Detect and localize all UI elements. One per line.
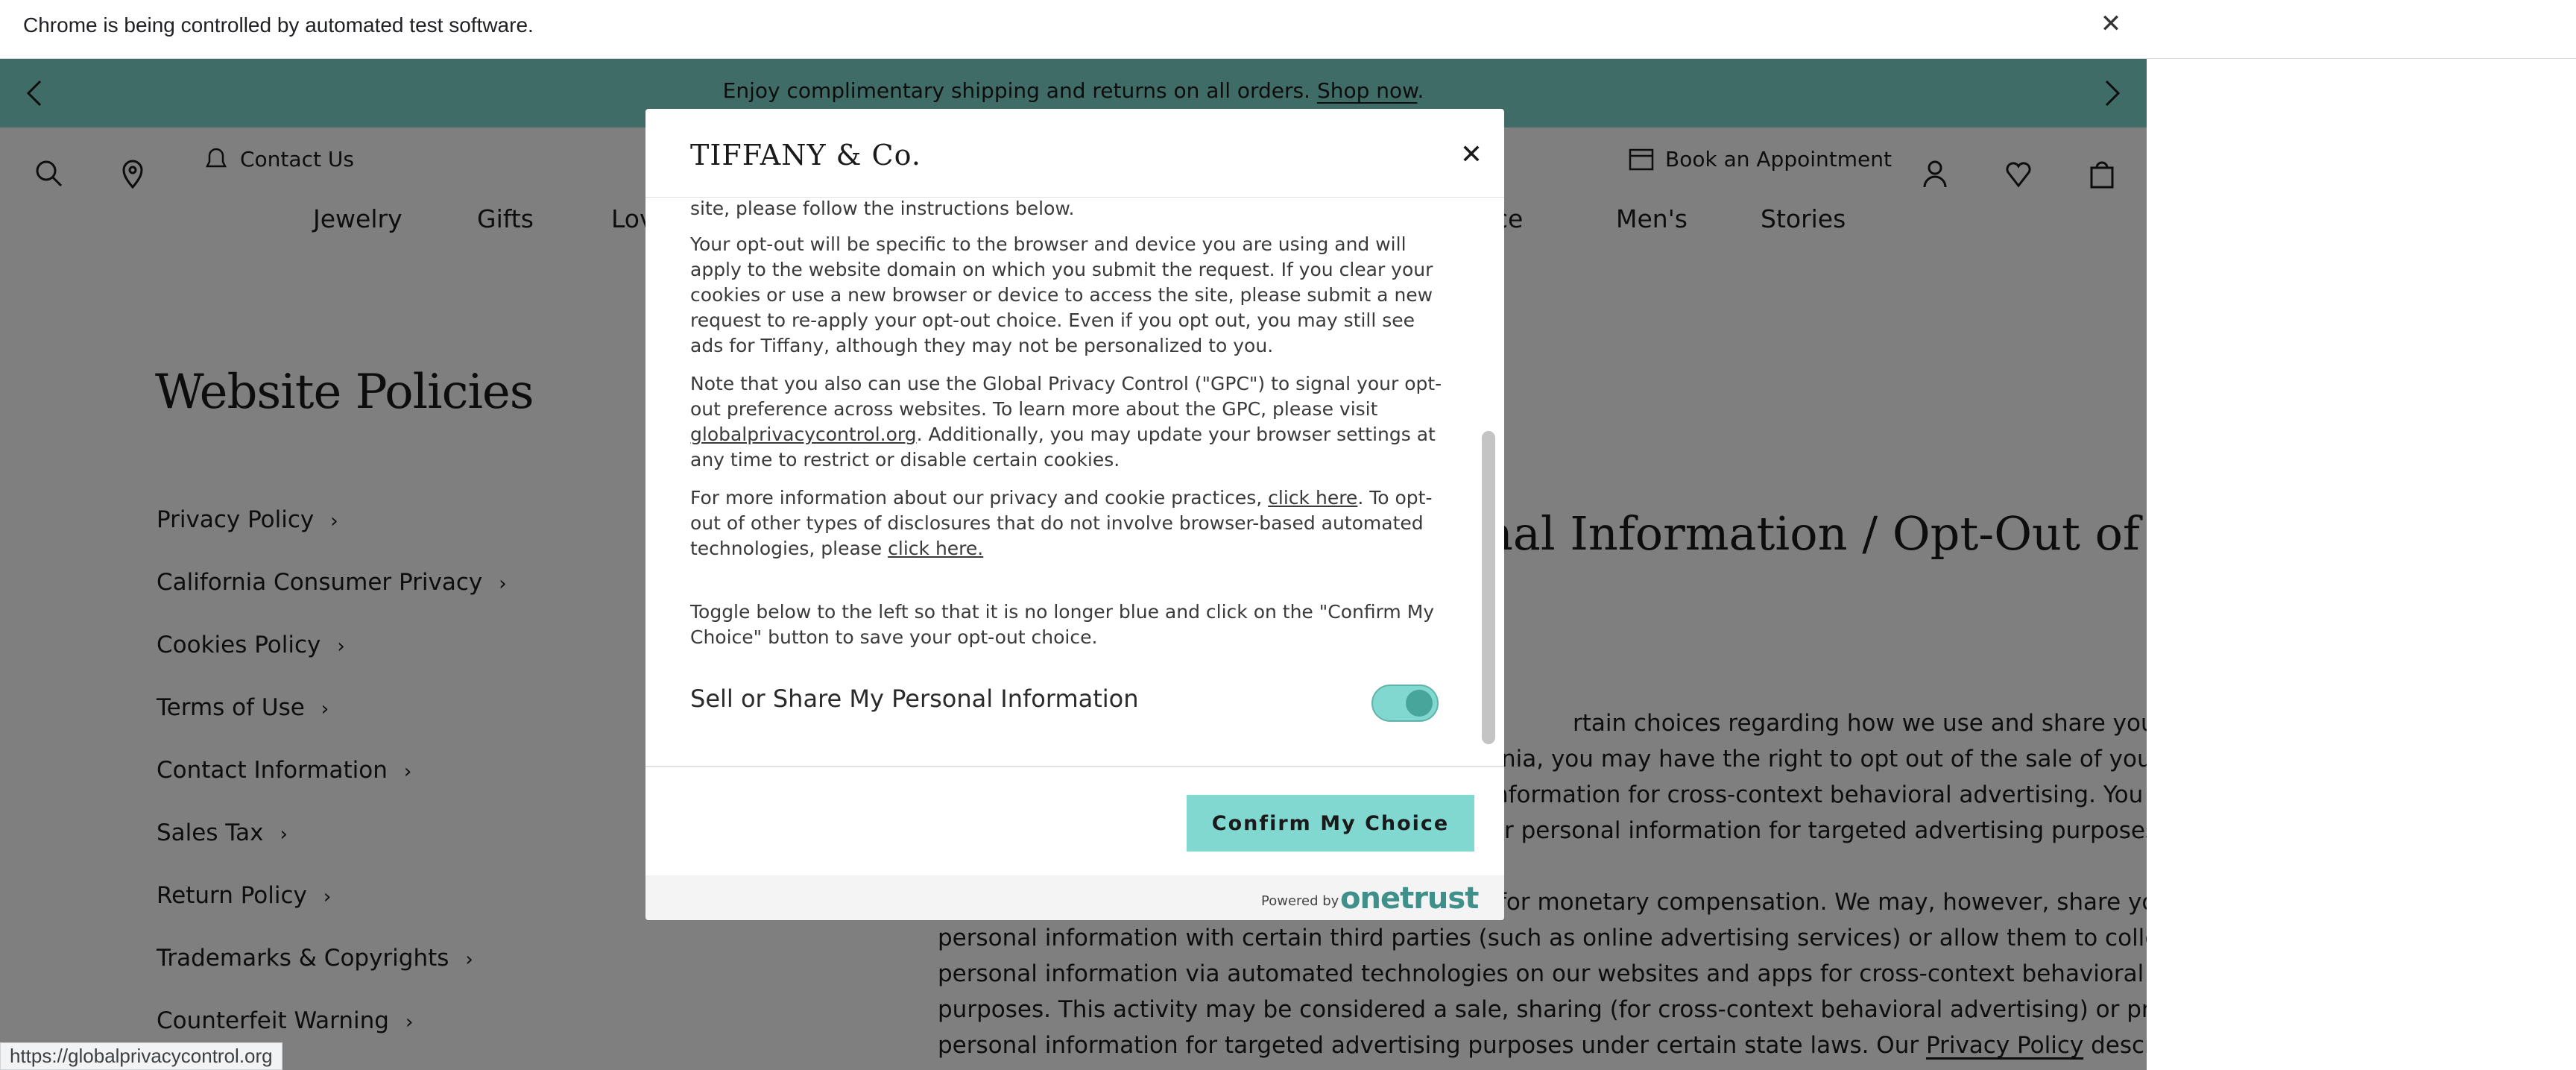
infobar-close-icon[interactable]: ✕ <box>2096 9 2126 39</box>
modal-paragraph: Note that you also can use the Global Pr… <box>690 371 1443 473</box>
infobar-message: Chrome is being controlled by automated … <box>23 13 534 37</box>
powered-by-footer: Powered by onetrust <box>645 875 1504 920</box>
click-here-link-2[interactable]: click here. <box>888 538 983 559</box>
status-bar-url: https://globalprivacycontrol.org <box>0 1042 282 1070</box>
sell-share-toggle[interactable] <box>1371 685 1439 722</box>
modal-paragraph: Your opt-out will be specific to the bro… <box>690 233 1433 356</box>
modal-paragraph: site, please follow the instructions bel… <box>690 198 1075 219</box>
toggle-knob <box>1406 690 1433 717</box>
modal-paragraph: Toggle below to the left so that it is n… <box>690 601 1435 648</box>
privacy-preference-modal: TIFFANY & Co. ✕ site, please follow the … <box>645 109 1504 920</box>
modal-text-span: Note that you also can use the Global Pr… <box>690 373 1442 420</box>
powered-by-label: Powered by <box>1261 893 1339 909</box>
close-icon[interactable]: ✕ <box>1455 139 1488 171</box>
modal-scroll-content[interactable]: site, please follow the instructions bel… <box>645 198 1486 761</box>
confirm-my-choice-button[interactable]: Confirm My Choice <box>1187 795 1474 852</box>
modal-text-span: For more information about our privacy a… <box>690 487 1269 509</box>
modal-paragraph: For more information about our privacy a… <box>690 485 1443 561</box>
gpc-link[interactable]: globalprivacycontrol.org <box>690 424 917 445</box>
tiffany-logo: TIFFANY & Co. <box>690 139 921 171</box>
divider <box>645 766 1504 767</box>
scrollbar-thumb[interactable] <box>1482 431 1495 744</box>
automation-infobar: Chrome is being controlled by automated … <box>0 0 2576 59</box>
click-here-link[interactable]: click here <box>1268 487 1357 509</box>
onetrust-logo[interactable]: onetrust <box>1340 881 1479 916</box>
toggle-label: Sell or Share My Personal Information <box>690 685 1139 713</box>
